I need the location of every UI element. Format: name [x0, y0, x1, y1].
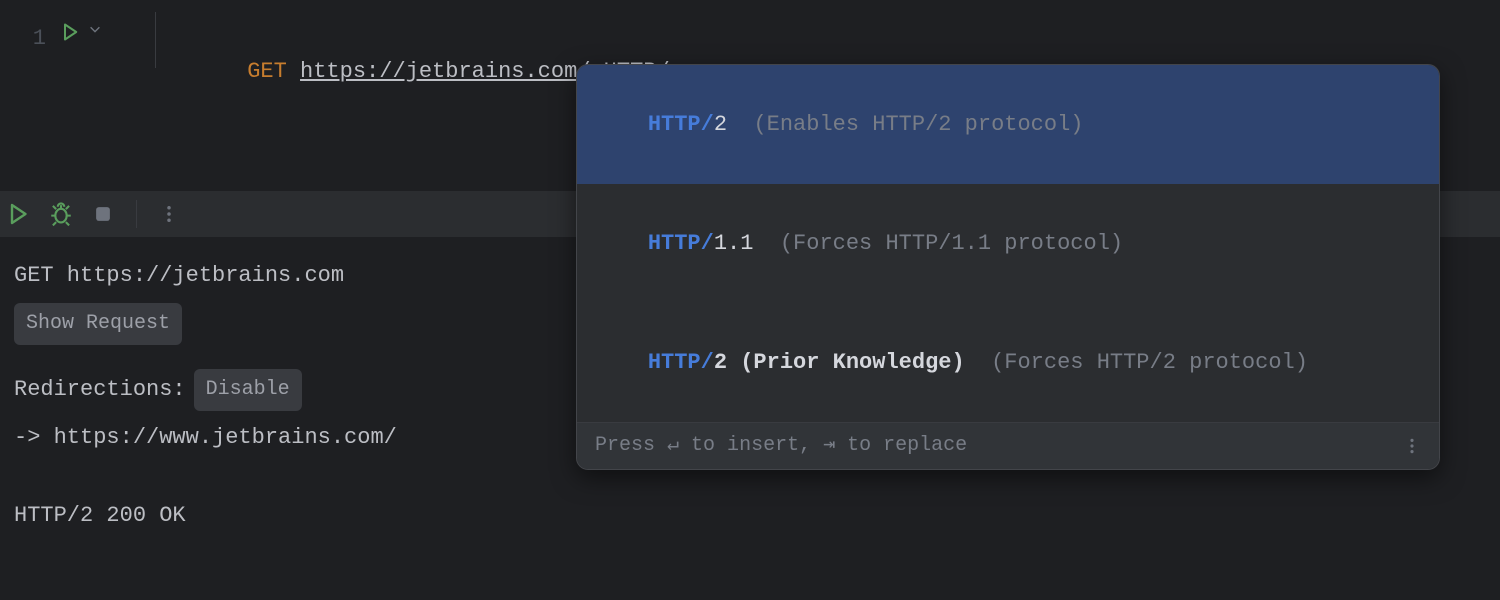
stop-icon[interactable]	[92, 203, 114, 225]
redirections-label: Redirections:	[14, 369, 186, 411]
toolbar-more-icon[interactable]	[159, 204, 179, 224]
autocomplete-item[interactable]: HTTP/1.1 (Forces HTTP/1.1 protocol)	[577, 184, 1439, 303]
toolbar-separator	[136, 200, 137, 228]
popup-hint: Press ↵ to insert, ⇥ to replace	[595, 431, 967, 461]
disable-redirections-button[interactable]: Disable	[194, 369, 302, 411]
run-icon[interactable]	[6, 202, 30, 226]
show-request-button[interactable]: Show Request	[14, 303, 182, 345]
http-method: GET	[247, 59, 287, 84]
debug-icon[interactable]	[48, 201, 74, 227]
popup-more-icon[interactable]	[1403, 437, 1421, 455]
gutter-line-number: 1	[0, 0, 60, 190]
autocomplete-item[interactable]: HTTP/2 (Prior Knowledge) (Forces HTTP/2 …	[577, 303, 1439, 422]
request-url[interactable]: https://jetbrains.com/	[300, 59, 590, 84]
run-request-icon[interactable]	[60, 22, 80, 42]
response-status: HTTP/2 200 OK	[14, 495, 1486, 537]
run-dropdown-icon[interactable]	[88, 22, 102, 36]
autocomplete-popup: HTTP/2 (Enables HTTP/2 protocol) HTTP/1.…	[576, 64, 1440, 470]
autocomplete-item[interactable]: HTTP/2 (Enables HTTP/2 protocol)	[577, 65, 1439, 184]
